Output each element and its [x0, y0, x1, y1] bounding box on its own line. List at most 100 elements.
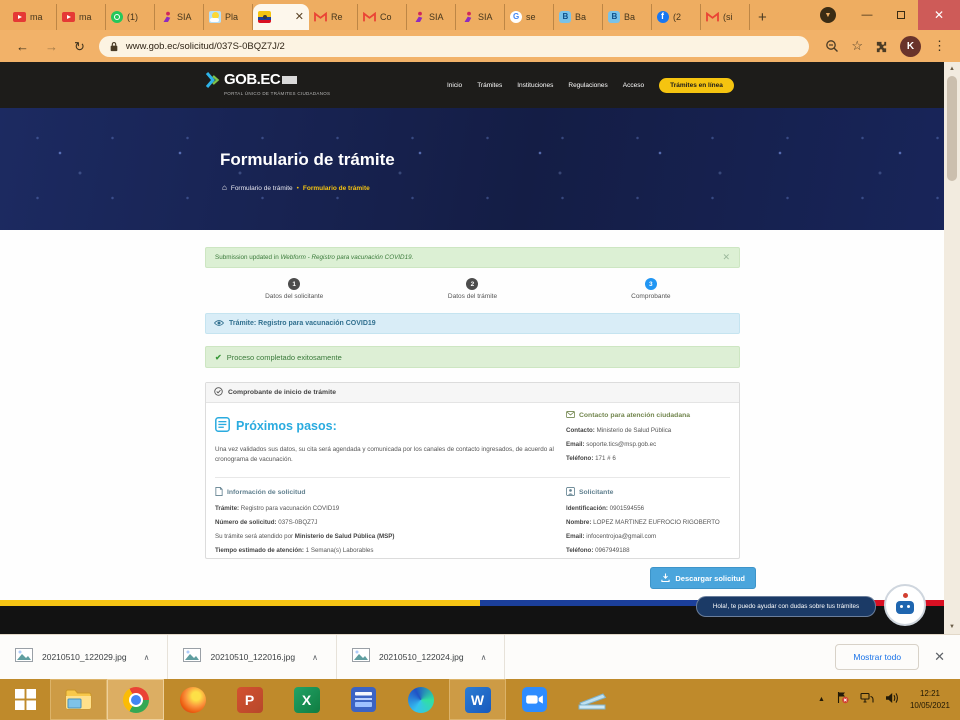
browser-tab[interactable]: Ba: [603, 4, 652, 30]
downloads-bar-close-icon[interactable]: ✕: [934, 649, 945, 665]
forward-icon[interactable]: →: [45, 40, 58, 53]
tab-title: se: [526, 12, 548, 22]
tab-title: Ba: [575, 12, 597, 22]
taskbar-file-explorer[interactable]: [50, 679, 107, 720]
new-tab-button[interactable]: +: [758, 10, 767, 25]
download-item[interactable]: 20210510_122024.jpg∧: [337, 635, 505, 679]
tray-expand-icon[interactable]: ▲: [818, 696, 825, 703]
browser-tab[interactable]: (si: [701, 4, 750, 30]
tab-close-icon[interactable]: ✕: [295, 12, 304, 23]
scrollbar-thumb[interactable]: [947, 76, 957, 181]
detail-line: Contacto: Ministerio de Salud Pública: [566, 427, 736, 434]
chevron-up-icon[interactable]: ∧: [144, 653, 150, 662]
detail-line: Teléfono: 0967949188: [566, 547, 736, 554]
tramite-info-bar: Trámite: Registro para vacunación COVID1…: [205, 313, 740, 334]
tab-search-icon[interactable]: ▼: [820, 7, 836, 23]
browser-tab[interactable]: Pla: [204, 4, 253, 30]
taskbar-firefox[interactable]: [164, 679, 221, 720]
download-item[interactable]: 20210510_122029.jpg∧: [0, 635, 168, 679]
action-center-flag-icon[interactable]: [836, 691, 849, 709]
browser-tab[interactable]: SIA: [407, 4, 456, 30]
step-number: 3: [645, 278, 657, 290]
browser-tab[interactable]: SIA: [155, 4, 204, 30]
extensions-puzzle-icon[interactable]: [875, 40, 888, 53]
step-indicator: 1Datos del solicitante2Datos del trámite…: [205, 278, 740, 300]
window-minimize-button[interactable]: —: [850, 0, 884, 30]
download-request-button[interactable]: Descargar solicitud: [650, 567, 756, 589]
window-close-button[interactable]: ✕: [918, 0, 960, 30]
detail-line: Teléfono: 171 # 6: [566, 455, 736, 462]
person-icon: [566, 487, 575, 498]
taskbar-zoom[interactable]: [506, 679, 563, 720]
nav-item-acceso[interactable]: Acceso: [623, 82, 644, 89]
chevron-up-icon[interactable]: ∧: [481, 653, 487, 662]
nav-item-instituciones[interactable]: Instituciones: [517, 82, 553, 89]
taskbar-edge[interactable]: [392, 679, 449, 720]
zoom-out-icon[interactable]: [825, 39, 839, 53]
browser-toolbar: ← → ↻ www.gob.ec/solicitud/037S-0BQZ7J/2…: [0, 30, 960, 62]
applicant-lines: Identificación: 0901594556Nombre: LOPEZ …: [566, 505, 736, 554]
nav-item-trmites[interactable]: Trámites: [477, 82, 502, 89]
browser-tab[interactable]: se: [505, 4, 554, 30]
profile-avatar[interactable]: K: [900, 36, 921, 57]
alert-close-icon[interactable]: ✕: [722, 252, 730, 263]
address-bar[interactable]: www.gob.ec/solicitud/037S-0BQZ7J/2: [99, 36, 809, 57]
taskbar-powerpoint[interactable]: [221, 679, 278, 720]
back-icon[interactable]: ←: [16, 40, 29, 53]
taskbar-clock[interactable]: 12:21 10/05/2021: [910, 688, 950, 710]
tab-title: SIA: [177, 12, 198, 22]
chat-assistant-button[interactable]: [884, 584, 926, 626]
window-maximize-button[interactable]: [884, 0, 918, 30]
nav-item-inicio[interactable]: Inicio: [447, 82, 462, 89]
show-all-downloads-button[interactable]: Mostrar todo: [835, 644, 919, 670]
bookmark-star-icon[interactable]: ☆: [851, 38, 863, 54]
tab-title: ma: [30, 12, 51, 22]
detail-line: Tiempo estimado de atención: 1 Semana(s)…: [215, 547, 565, 554]
panel-body: Próximos pasos: Una vez validados sus da…: [206, 403, 739, 559]
taskbar-start[interactable]: [0, 679, 50, 720]
home-icon: ⌂: [222, 184, 227, 192]
download-item[interactable]: 20210510_122016.jpg∧: [168, 635, 336, 679]
scroll-down-icon[interactable]: ▼: [949, 624, 955, 630]
browser-tab[interactable]: SIA: [456, 4, 505, 30]
tab-title: Ba: [624, 12, 646, 22]
volume-icon[interactable]: [885, 691, 899, 709]
breadcrumb-home[interactable]: Formulario de trámite: [231, 185, 293, 192]
powerpoint-icon: [237, 687, 263, 713]
reload-icon[interactable]: ↻: [74, 40, 85, 53]
taskbar-chrome[interactable]: [107, 679, 164, 720]
ecuador-icon: [258, 11, 271, 23]
bank-icon: [559, 11, 571, 23]
logo-text: GOB.EC: [224, 71, 280, 88]
browser-tab[interactable]: Ba: [554, 4, 603, 30]
scroll-up-icon[interactable]: ▲: [949, 66, 955, 72]
step-1: 1Datos del solicitante: [205, 278, 383, 300]
nav-item-regulaciones[interactable]: Regulaciones: [568, 82, 607, 89]
browser-tab[interactable]: (1): [106, 4, 155, 30]
taskbar-excel[interactable]: [278, 679, 335, 720]
page-scrollbar[interactable]: ▲ ▼: [944, 62, 960, 634]
browser-tab[interactable]: ✕: [253, 4, 309, 30]
taskbar-word[interactable]: [449, 679, 506, 720]
gobec-logo[interactable]: GOB.EC PORTAL ÚNICO DE TRÁMITES CIUDADAN…: [205, 71, 330, 96]
browser-tab[interactable]: ma: [57, 4, 106, 30]
taskbar-scanner[interactable]: [563, 679, 620, 720]
network-icon[interactable]: [860, 691, 874, 709]
chevron-up-icon[interactable]: ∧: [312, 653, 318, 662]
browser-tab[interactable]: ma: [8, 4, 57, 30]
hero-banner: Formulario de trámite ⌂ Formulario de tr…: [0, 108, 960, 230]
browser-tab[interactable]: Re: [309, 4, 358, 30]
section-divider: [215, 477, 730, 478]
nav-cta-button[interactable]: Trámites en línea: [659, 78, 734, 93]
browser-tab[interactable]: Co: [358, 4, 407, 30]
taskbar-scan-app[interactable]: [335, 679, 392, 720]
site-nav: Inicio Trámites Instituciones Regulaciones A…: [447, 62, 734, 108]
browser-menu-icon[interactable]: ⋮: [933, 38, 946, 54]
bank-icon: [608, 11, 620, 23]
next-steps-heading: Próximos pasos:: [215, 417, 337, 435]
success-bar-text: Proceso completado exitosamente: [227, 353, 342, 362]
sia-icon: [160, 11, 173, 24]
browser-tab[interactable]: (2: [652, 4, 701, 30]
image-file-icon: [352, 648, 370, 667]
youtube-icon: [62, 12, 75, 22]
